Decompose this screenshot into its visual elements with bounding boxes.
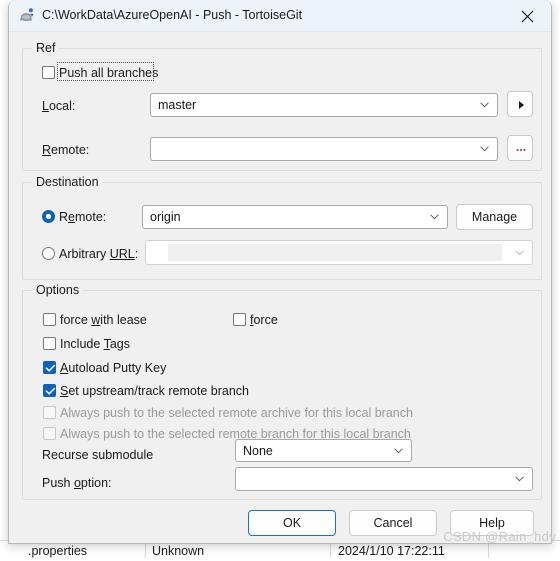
ellipsis-icon	[508, 136, 534, 162]
chevron-down-icon	[480, 102, 489, 108]
recurse-submodule-value: None	[243, 440, 273, 461]
include-tags-checkbox[interactable]	[43, 337, 56, 350]
destination-remote-value: origin	[150, 206, 181, 228]
help-button-label: Help	[479, 516, 505, 530]
cancel-button[interactable]: Cancel	[349, 510, 437, 536]
tortoisegit-turtle-icon	[18, 7, 35, 24]
always-push-remote-branch-checkbox	[43, 427, 56, 440]
local-branch-combo[interactable]: master	[150, 93, 498, 117]
ref-remote-combo[interactable]	[150, 137, 498, 161]
autoload-putty-key-label: Autoload Putty Key	[60, 360, 166, 376]
force-label-rest: orce	[253, 313, 277, 327]
force-label: force	[250, 312, 278, 328]
manage-remotes-button[interactable]: Manage	[456, 204, 533, 230]
push-dialog: C:\WorkData\AzureOpenAI - Push - Tortois…	[8, 0, 552, 544]
force-with-lease-label: force with lease	[60, 312, 147, 328]
play-triangle-icon	[508, 92, 534, 118]
autoload-putty-key-label-rest: utoload Putty Key	[68, 361, 166, 375]
set-upstream-checkbox[interactable]	[43, 384, 56, 397]
destination-arbitrary-url-radio[interactable]	[42, 247, 55, 260]
local-label: Local:	[42, 98, 75, 114]
destination-arbitrary-url-label: Arbitrary URL:	[59, 246, 138, 262]
ref-group-title: Ref	[32, 41, 59, 55]
ref-remote-label: Remote:	[42, 142, 89, 158]
background-status-cell: Unknown	[152, 541, 204, 561]
push-option-label: Push option:	[42, 475, 112, 491]
destination-group-title: Destination	[32, 175, 103, 189]
chevron-down-icon	[515, 250, 524, 256]
always-push-remote-archive-label: Always push to the selected remote archi…	[60, 405, 413, 421]
ref-remote-browse-button[interactable]	[507, 135, 533, 161]
window-title: C:\WorkData\AzureOpenAI - Push - Tortois…	[42, 0, 302, 31]
manage-button-label: Manage	[472, 210, 517, 224]
background-date-cell: 2024/1/10 17:22:11	[338, 541, 445, 561]
include-tags-label: Include Tags	[60, 336, 130, 352]
chevron-down-icon	[430, 214, 439, 220]
arbitrary-url-label-colon: :	[135, 247, 138, 261]
force-checkbox[interactable]	[233, 313, 246, 326]
local-branch-value: master	[158, 94, 196, 116]
destination-remote-label: Remote:	[59, 209, 106, 225]
arbitrary-url-input	[168, 244, 502, 261]
set-upstream-label-rest: et upstream/track remote branch	[68, 384, 249, 398]
ok-button-label: OK	[283, 516, 301, 530]
chevron-down-icon	[394, 448, 403, 454]
destination-remote-label-text: mote:	[75, 210, 106, 224]
cancel-button-label: Cancel	[374, 516, 413, 530]
ref-remote-label-text: emote:	[51, 143, 89, 157]
options-group-title: Options	[32, 283, 83, 297]
watermark: CSDN @Rain_hdy	[443, 529, 556, 544]
recurse-submodule-combo[interactable]: None	[235, 439, 412, 462]
push-option-combo[interactable]	[235, 467, 533, 491]
force-with-lease-checkbox[interactable]	[43, 313, 56, 326]
background-file-cell: .properties	[28, 541, 87, 561]
destination-remote-radio[interactable]	[42, 210, 55, 223]
close-button[interactable]	[505, 0, 551, 31]
recurse-submodule-label: Recurse submodule	[42, 447, 153, 463]
destination-remote-combo[interactable]: origin	[142, 205, 448, 229]
checkmark-icon	[45, 387, 56, 396]
include-tags-label-rest: ags	[110, 337, 130, 351]
destination-group: Destination	[22, 182, 542, 280]
local-label-text: ocal:	[49, 99, 75, 113]
force-with-lease-label-rest: ith lease	[100, 313, 147, 327]
checkmark-icon	[45, 364, 56, 373]
push-option-label-rest: ption:	[81, 476, 112, 490]
arbitrary-url-combo	[145, 240, 533, 265]
chevron-down-icon	[515, 476, 524, 482]
ok-button[interactable]: OK	[248, 510, 336, 536]
always-push-remote-archive-checkbox	[43, 406, 56, 419]
set-upstream-label: Set upstream/track remote branch	[60, 383, 249, 399]
title-bar: C:\WorkData\AzureOpenAI - Push - Tortois…	[9, 0, 551, 32]
push-all-branches-checkbox[interactable]	[42, 66, 55, 79]
chevron-down-icon	[480, 146, 489, 152]
push-all-branches-label: Push all branches	[59, 65, 158, 81]
autoload-putty-key-checkbox[interactable]	[43, 361, 56, 374]
local-browse-button[interactable]	[507, 91, 533, 117]
